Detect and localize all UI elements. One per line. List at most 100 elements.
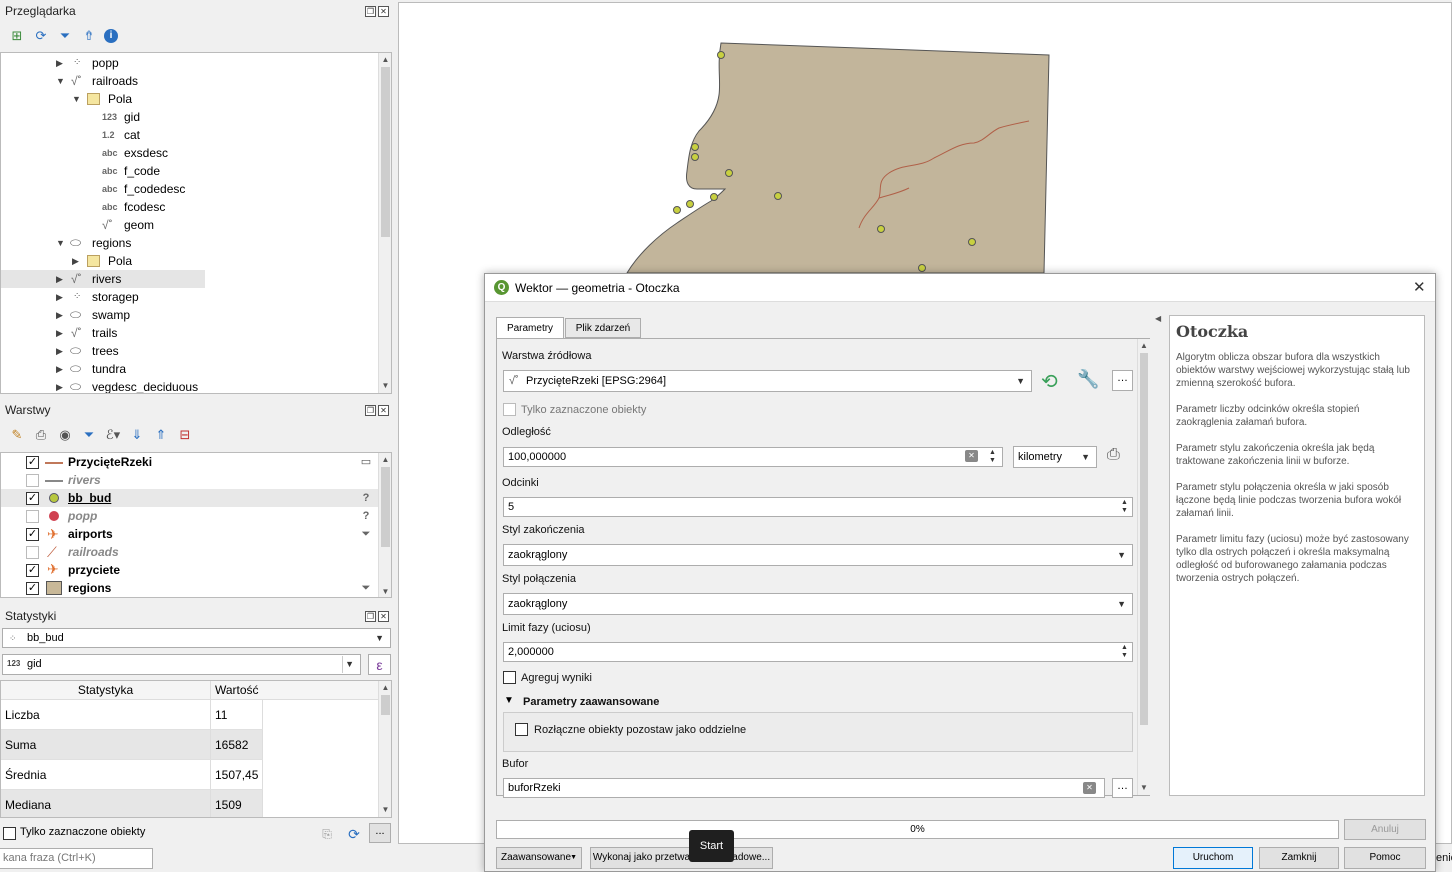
scrollbar-thumb[interactable] (1140, 353, 1148, 725)
source-layer-combo[interactable]: √˚ PrzycięteRzeki [EPSG:2964] ▼ (503, 370, 1032, 392)
browser-scrollbar[interactable]: ▲ ▼ (378, 53, 391, 393)
style-manager-icon[interactable]: ✎ (8, 426, 26, 444)
buffer-output-input[interactable]: buforRzeki (503, 778, 1105, 798)
collapse-all-icon[interactable]: ⇮ (80, 27, 98, 45)
output-options-button[interactable]: … (1112, 778, 1133, 798)
clear-icon[interactable]: ✕ (1083, 782, 1096, 794)
layer-bb-bud[interactable]: bb_bud (68, 489, 111, 507)
collapse-help-icon[interactable]: ◀ (1155, 314, 1161, 323)
collapse-arrow-icon[interactable]: ▼ (504, 695, 514, 706)
scrollbar-thumb[interactable] (381, 695, 390, 715)
layer-rivers[interactable]: rivers (68, 471, 101, 489)
filter-icon[interactable]: ⏷ (357, 579, 375, 597)
scrollbar-thumb[interactable] (381, 67, 390, 237)
segments-input[interactable]: 5 (503, 497, 1133, 517)
filter-legend-icon[interactable]: ⏷ (80, 426, 98, 444)
collapse-arrow-icon[interactable]: ▼ (56, 72, 65, 90)
temporary-layer-icon[interactable]: ▭ (357, 453, 375, 471)
expand-all-icon[interactable]: ⇓ (128, 426, 146, 444)
run-as-batch-button[interactable]: Wykonaj jako przetwarzanie wsadowe... (590, 847, 773, 869)
remove-layer-icon[interactable]: ⊟ (176, 426, 194, 444)
layer-checkbox[interactable]: ✓ (26, 582, 39, 595)
layer-checkbox[interactable]: ✓ (26, 564, 39, 577)
tree-item-regions[interactable]: regions (92, 234, 131, 252)
layer-railroads[interactable]: railroads (68, 543, 119, 561)
layer-checkbox[interactable] (26, 510, 39, 523)
expand-arrow-icon[interactable]: ▶ (56, 306, 63, 324)
scroll-down-icon[interactable]: ▼ (1138, 781, 1150, 795)
close-icon[interactable]: ✕ (378, 6, 389, 17)
advanced-dropdown-button[interactable]: Zaawansowane ▼ (496, 847, 582, 869)
scroll-up-icon[interactable]: ▲ (379, 681, 391, 695)
tab-log[interactable]: Plik zdarzeń (565, 318, 641, 338)
help-icon[interactable]: ? (357, 507, 375, 525)
expand-arrow-icon[interactable]: ▶ (72, 252, 79, 270)
scroll-down-icon[interactable]: ▼ (379, 379, 391, 393)
add-layer-icon[interactable]: ⊞ (8, 27, 26, 45)
refresh-icon[interactable]: ⟳ (32, 27, 50, 45)
tree-item-rivers[interactable]: rivers (92, 270, 121, 288)
expand-arrow-icon[interactable]: ▶ (56, 360, 63, 378)
expand-arrow-icon[interactable]: ▶ (56, 324, 63, 342)
spinner-icon[interactable]: ▲ ▼ (989, 449, 996, 465)
params-scrollbar[interactable]: ▲ ▼ (1137, 339, 1150, 795)
data-defined-override-icon[interactable]: ⎙ (1107, 446, 1120, 464)
stats-field-combo[interactable]: 123 gid ▼ (2, 654, 361, 675)
scroll-up-icon[interactable]: ▲ (1138, 339, 1150, 353)
layer-przyciete[interactable]: przyciete (68, 561, 120, 579)
field-gid[interactable]: gid (124, 108, 140, 126)
scroll-up-icon[interactable]: ▲ (379, 53, 391, 67)
expression-filter-icon[interactable]: ℰ▾ (104, 426, 122, 444)
tree-item-pola[interactable]: Pola (108, 252, 132, 270)
tree-item-trees[interactable]: trees (92, 342, 119, 360)
float-icon[interactable]: ❐ (365, 6, 376, 17)
tree-item-tundra[interactable]: tundra (92, 360, 126, 378)
field-f-codedesc[interactable]: f_codedesc (124, 180, 185, 198)
cancel-button[interactable]: Anuluj (1344, 819, 1426, 840)
filter-icon[interactable]: ⏷ (56, 27, 74, 45)
stats-layer-combo[interactable]: ⁘ bb_bud ▼ (2, 628, 391, 648)
info-icon[interactable]: i (104, 29, 118, 43)
cap-style-combo[interactable]: zaokrąglony ▼ (503, 544, 1133, 566)
copy-icon[interactable]: ⎘ (318, 825, 336, 843)
locator-search-input[interactable]: kana fraza (Ctrl+K) (0, 848, 153, 869)
tab-parameters[interactable]: Parametry (496, 317, 564, 339)
layer-przycieterzeki[interactable]: PrzycięteRzeki (68, 453, 152, 471)
wrench-icon[interactable]: 🔧 (1077, 369, 1099, 390)
layer-regions[interactable]: regions (68, 579, 111, 597)
collapse-arrow-icon[interactable]: ▼ (72, 90, 81, 108)
field-fcodesc[interactable]: fcodesc (124, 198, 165, 216)
refresh-icon[interactable]: ⟳ (345, 825, 363, 843)
tree-item-trails[interactable]: trails (92, 324, 117, 342)
column-header-stat[interactable]: Statystyka (1, 681, 211, 700)
float-icon[interactable]: ❐ (365, 611, 376, 622)
expression-button[interactable]: ε (368, 654, 391, 675)
field-cat[interactable]: cat (124, 126, 140, 144)
collapse-arrow-icon[interactable]: ▼ (56, 234, 65, 252)
miter-limit-input[interactable]: 2,000000 (503, 642, 1133, 662)
more-options-button[interactable]: ... (369, 823, 391, 843)
field-f-code[interactable]: f_code (124, 162, 160, 180)
tree-item-railroads[interactable]: railroads (92, 72, 138, 90)
expand-arrow-icon[interactable]: ▶ (56, 378, 63, 393)
scrollbar-thumb[interactable] (381, 467, 390, 547)
scroll-down-icon[interactable]: ▼ (379, 803, 391, 817)
layer-popp[interactable]: popp (68, 507, 97, 525)
distance-input[interactable]: 100,000000 (503, 447, 1003, 467)
layer-checkbox[interactable]: ✓ (26, 456, 39, 469)
layers-scrollbar[interactable]: ▲ ▼ (378, 453, 391, 597)
run-button[interactable]: Uruchom (1173, 847, 1253, 869)
close-icon[interactable]: ✕ (378, 611, 389, 622)
help-button[interactable]: Pomoc (1344, 847, 1426, 869)
tree-item-storagep[interactable]: storagep (92, 288, 139, 306)
tree-item-vegdesc-deciduous[interactable]: vegdesc_deciduous (92, 378, 198, 393)
layer-airports[interactable]: airports (68, 525, 113, 543)
field-geom[interactable]: geom (124, 216, 154, 234)
field-exsdesc[interactable]: exsdesc (124, 144, 168, 162)
close-button[interactable]: Zamknij (1259, 847, 1339, 869)
only-selected-checkbox[interactable] (503, 403, 516, 416)
filter-icon[interactable]: ⏷ (357, 525, 375, 543)
visibility-icon[interactable]: ◉ (56, 426, 74, 444)
close-icon[interactable]: ✕ (1413, 278, 1426, 296)
stats-scrollbar[interactable]: ▲ ▼ (378, 681, 391, 817)
